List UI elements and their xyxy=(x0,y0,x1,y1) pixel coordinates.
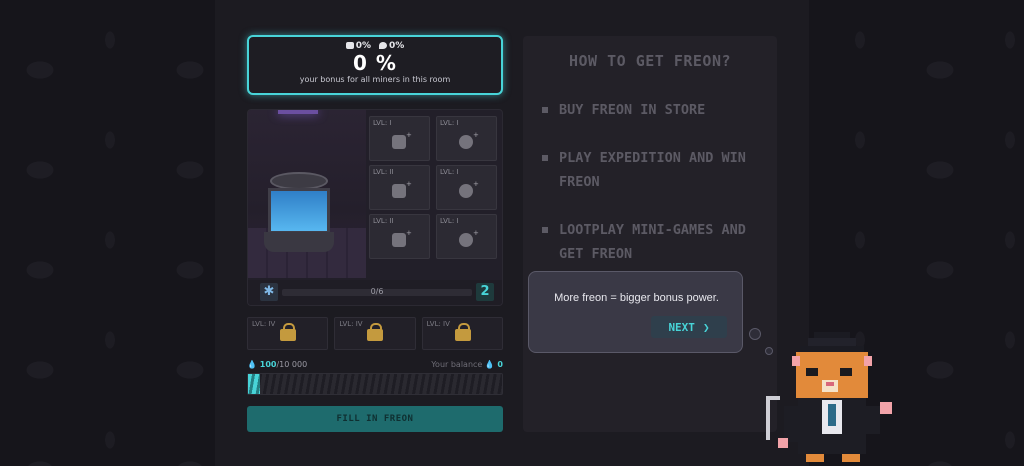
slot-level-label: LVL: I xyxy=(440,168,459,176)
room-footer: ✱ 0/6 2 xyxy=(248,280,502,305)
locked-slot-level: LVL: IV xyxy=(426,320,450,328)
cooler-slot-icon xyxy=(459,233,473,247)
freon-amount: 💧 100/10 000 xyxy=(247,360,307,369)
plus-icon: + xyxy=(406,131,412,139)
drop-bonus-stat: 0% xyxy=(379,41,404,51)
freon-balance-drop-icon: 💧 xyxy=(484,360,495,369)
miner-slot[interactable]: LVL: I + xyxy=(436,165,497,210)
freon-balance: Your balance 💧 0 xyxy=(431,360,503,369)
bonus-percentage: 0 % xyxy=(353,51,397,75)
freon-progress-fill xyxy=(248,374,260,394)
cooler-slot-icon xyxy=(459,135,473,149)
next-button[interactable]: NEXT ❯ xyxy=(651,316,727,338)
freon-info-row: 💧 100/10 000 Your balance 💧 0 xyxy=(247,360,503,372)
miner-slot[interactable]: LVL: II + xyxy=(369,165,430,210)
plus-icon: + xyxy=(473,180,479,188)
plus-icon: + xyxy=(406,180,412,188)
speech-bubble-dot xyxy=(749,328,761,340)
freon-max: /10 000 xyxy=(276,360,308,369)
snowflake-icon[interactable]: ✱ xyxy=(260,283,278,301)
miner-slot[interactable]: LVL: II + xyxy=(369,214,430,259)
info-list: BUY FREON IN STORE PLAY EXPEDITION AND W… xyxy=(541,98,771,290)
room-number-badge[interactable]: 2 xyxy=(476,283,494,301)
locked-slot[interactable]: LVL: IV xyxy=(334,317,416,350)
bonus-caption: your bonus for all miners in this room xyxy=(299,75,451,84)
miner-slot[interactable]: LVL: I + xyxy=(369,116,430,161)
freon-balance-label: Your balance xyxy=(431,360,483,369)
cooler-machine[interactable] xyxy=(264,172,334,257)
tooltip-text: More freon = bigger bonus power. xyxy=(554,292,719,304)
how-to-get-freon-panel: HOW TO GET FREON? BUY FREON IN STORE PLA… xyxy=(523,36,777,432)
slot-level-label: LVL: I xyxy=(440,119,459,127)
miner-icon xyxy=(392,233,406,247)
locked-slot[interactable]: LVL: IV xyxy=(247,317,329,350)
freon-current: 100 xyxy=(259,360,277,369)
tutorial-tooltip: More freon = bigger bonus power. NEXT ❯ xyxy=(528,271,743,353)
lock-icon xyxy=(367,323,384,341)
ceiling-lamp xyxy=(278,110,318,114)
plus-icon: + xyxy=(473,229,479,237)
slot-level-label: LVL: II xyxy=(373,168,394,176)
next-button-label: NEXT xyxy=(668,320,695,334)
miner-icon xyxy=(392,184,406,198)
room-bonus-card: 0% 0% 0 % your bonus for all miners in t… xyxy=(247,35,503,95)
room-panel: LVL: I + LVL: I + LVL: II + LVL: I + LVL… xyxy=(247,109,503,306)
miner-icon xyxy=(392,135,406,149)
cooler-bonus-value: 0% xyxy=(355,41,371,51)
cooler-slot-icon xyxy=(459,184,473,198)
drop-icon xyxy=(379,42,387,49)
miner-slot-grid: LVL: I + LVL: I + LVL: II + LVL: I + LVL… xyxy=(369,116,497,264)
lock-icon xyxy=(454,323,471,341)
info-list-item: LOOTPLAY MINI-GAMES AND GET FREON xyxy=(541,218,771,266)
info-title: HOW TO GET FREON? xyxy=(568,52,732,70)
slot-level-label: LVL: II xyxy=(373,217,394,225)
slot-level-label: LVL: I xyxy=(373,119,392,127)
info-list-item: BUY FREON IN STORE xyxy=(541,98,771,122)
info-list-item: PLAY EXPEDITION AND WIN FREON xyxy=(541,146,771,194)
freon-balance-value: 0 xyxy=(497,360,503,369)
lock-icon xyxy=(280,323,296,341)
chevron-right-icon: ❯ xyxy=(702,320,710,334)
cooler-icon xyxy=(345,42,354,49)
miner-slot[interactable]: LVL: I + xyxy=(436,116,497,161)
locked-slot-level: LVL: IV xyxy=(252,320,276,328)
miner-slot[interactable]: LVL: I + xyxy=(436,214,497,259)
plus-icon: + xyxy=(406,229,412,237)
slot-level-label: LVL: I xyxy=(440,217,459,225)
cooler-bonus-stat: 0% xyxy=(345,41,371,51)
plus-icon: + xyxy=(473,131,479,139)
locked-slot-level: LVL: IV xyxy=(339,320,363,328)
miner-progress-bar: 0/6 xyxy=(282,287,472,296)
drop-bonus-value: 0% xyxy=(389,41,405,51)
room-scene xyxy=(248,110,366,278)
freon-progress-bar xyxy=(247,373,503,395)
miner-progress-text: 0/6 xyxy=(370,287,384,296)
bonus-stats: 0% 0% xyxy=(249,41,501,51)
locked-slot[interactable]: LVL: IV xyxy=(421,317,503,350)
freon-drop-icon: 💧 xyxy=(247,360,257,369)
hamster-mascot xyxy=(766,332,892,462)
locked-slot-row: LVL: IV LVL: IV LVL: IV xyxy=(247,317,503,350)
fill-in-freon-button[interactable]: FILL IN FREON xyxy=(247,406,503,432)
